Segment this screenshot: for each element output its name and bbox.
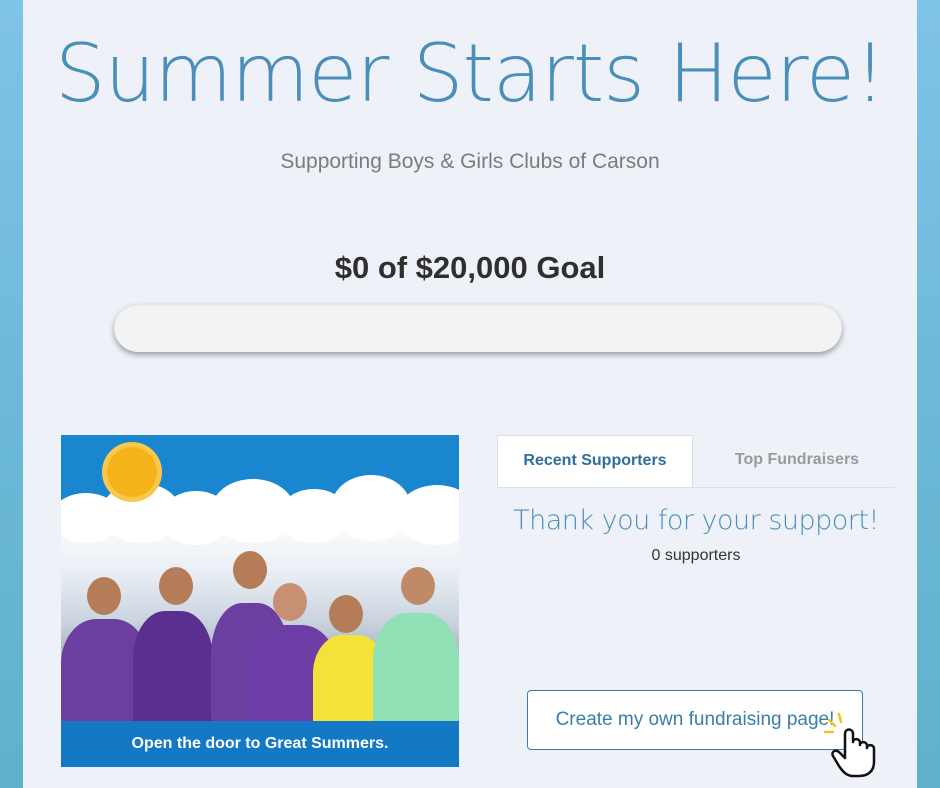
hand-pointer-icon bbox=[823, 712, 876, 778]
main-panel: Summer Starts Here! Supporting Boys & Gi… bbox=[23, 0, 917, 788]
page-subtitle: Supporting Boys & Girls Clubs of Carson bbox=[280, 150, 660, 173]
page-title: Summer Starts Here! bbox=[54, 27, 886, 120]
tab-top-fundraisers[interactable]: Top Fundraisers bbox=[707, 435, 887, 485]
sun-icon bbox=[107, 447, 157, 497]
tab-recent-supporters[interactable]: Recent Supporters bbox=[497, 435, 693, 487]
promo-banner-text: Open the door to Great Summers. bbox=[61, 721, 459, 767]
supporter-count: 0 supporters bbox=[651, 547, 741, 564]
promo-image: Open the door to Great Summers. bbox=[61, 435, 459, 767]
supporter-tabs: Recent Supporters Top Fundraisers bbox=[497, 435, 895, 488]
kids-photo bbox=[61, 515, 459, 731]
create-fundraising-page-button[interactable]: Create my own fundraising page! bbox=[527, 690, 863, 750]
goal-progress-bar bbox=[114, 304, 842, 352]
thank-you-heading: Thank you for your support! bbox=[513, 505, 879, 536]
goal-label: $0 of $20,000 Goal bbox=[334, 250, 606, 285]
